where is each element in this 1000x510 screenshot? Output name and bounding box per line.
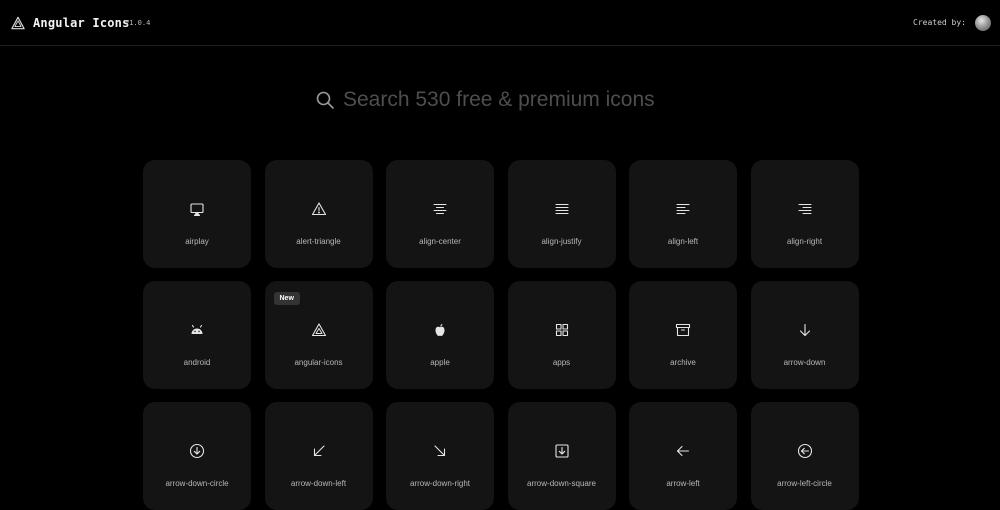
arrow-down-icon — [797, 322, 813, 338]
icon-card-label: arrow-down-square — [527, 479, 596, 488]
search-icon — [315, 90, 335, 110]
icon-card-label: align-center — [419, 237, 461, 246]
icon-card-label: arrow-down-right — [409, 479, 471, 488]
icon-card-label: arrow-down — [783, 358, 826, 367]
icon-card-archive[interactable]: archive — [629, 281, 737, 389]
top-header: Angular Icons V1.0.4 Created by: — [0, 0, 1000, 46]
alert-triangle-icon — [311, 201, 327, 217]
version-label: V1.0.4 — [125, 19, 151, 27]
icon-card-label: arrow-left — [666, 479, 700, 488]
icon-card-label: align-justify — [541, 237, 582, 246]
icon-card-airplay[interactable]: airplay — [143, 160, 251, 268]
icon-card-label: arrow-down-circle — [165, 479, 229, 488]
align-right-icon — [797, 201, 813, 217]
icon-card-align-center[interactable]: align-center — [386, 160, 494, 268]
icon-card-arrow-down-circle[interactable]: arrow-down-circle — [143, 402, 251, 510]
icon-card-label: airplay — [185, 237, 209, 246]
airplay-icon — [189, 201, 205, 217]
apple-icon — [432, 322, 448, 338]
icon-card-label: arrow-down-left — [290, 479, 347, 488]
icon-card-align-justify[interactable]: align-justify — [507, 160, 616, 268]
apps-icon — [554, 322, 570, 338]
align-justify-icon — [554, 201, 570, 217]
icon-card-apps[interactable]: apps — [507, 281, 616, 389]
search-bar — [315, 86, 695, 116]
icon-card-arrow-down-right[interactable]: arrow-down-right — [386, 402, 494, 510]
icon-card-align-right[interactable]: align-right — [750, 160, 859, 268]
arrow-left-icon — [675, 443, 691, 459]
icon-card-label: apple — [430, 358, 450, 367]
icon-card-arrow-left[interactable]: arrow-left — [629, 402, 737, 510]
arrow-down-left-icon — [311, 443, 327, 459]
icon-card-android[interactable]: android — [143, 281, 251, 389]
arrow-left-circle-icon — [797, 443, 813, 459]
align-center-icon — [432, 201, 448, 217]
icon-card-arrow-down[interactable]: arrow-down — [750, 281, 859, 389]
arrow-down-square-icon — [554, 443, 570, 459]
icon-card-alert-triangle[interactable]: alert-triangle — [264, 160, 373, 268]
icon-card-align-left[interactable]: align-left — [629, 160, 737, 268]
icon-card-label: alert-triangle — [296, 237, 341, 246]
angular-icons-icon — [311, 322, 327, 338]
app-title[interactable]: Angular Icons — [33, 16, 130, 30]
align-left-icon — [675, 201, 691, 217]
logo-triangle-icon[interactable] — [11, 16, 25, 30]
avatar[interactable] — [975, 15, 991, 31]
icon-card-label: align-right — [786, 237, 823, 246]
search-input[interactable] — [343, 86, 695, 114]
icon-card-arrow-down-left[interactable]: arrow-down-left — [264, 402, 373, 510]
icon-card-label: android — [183, 358, 211, 367]
icon-card-label: arrow-left-circle — [777, 479, 832, 488]
icon-card-label: align-left — [667, 237, 699, 246]
icon-card-angular-icons[interactable]: New angular-icons — [264, 281, 373, 389]
icon-card-label: archive — [670, 358, 696, 367]
arrow-down-right-icon — [432, 443, 448, 459]
icon-card-apple[interactable]: apple — [386, 281, 494, 389]
created-by-label: Created by: — [913, 18, 966, 27]
android-icon — [189, 322, 205, 338]
arrow-down-circle-icon — [189, 443, 205, 459]
icon-card-arrow-down-square[interactable]: arrow-down-square — [507, 402, 616, 510]
archive-icon — [675, 322, 691, 338]
new-badge: New — [273, 292, 300, 305]
icon-grid: airplay alert-triangle align-center align-j… — [143, 160, 859, 510]
icon-card-label: apps — [552, 358, 571, 367]
icon-card-arrow-left-circle[interactable]: arrow-left-circle — [750, 402, 859, 510]
icon-card-label: angular-icons — [294, 358, 343, 367]
